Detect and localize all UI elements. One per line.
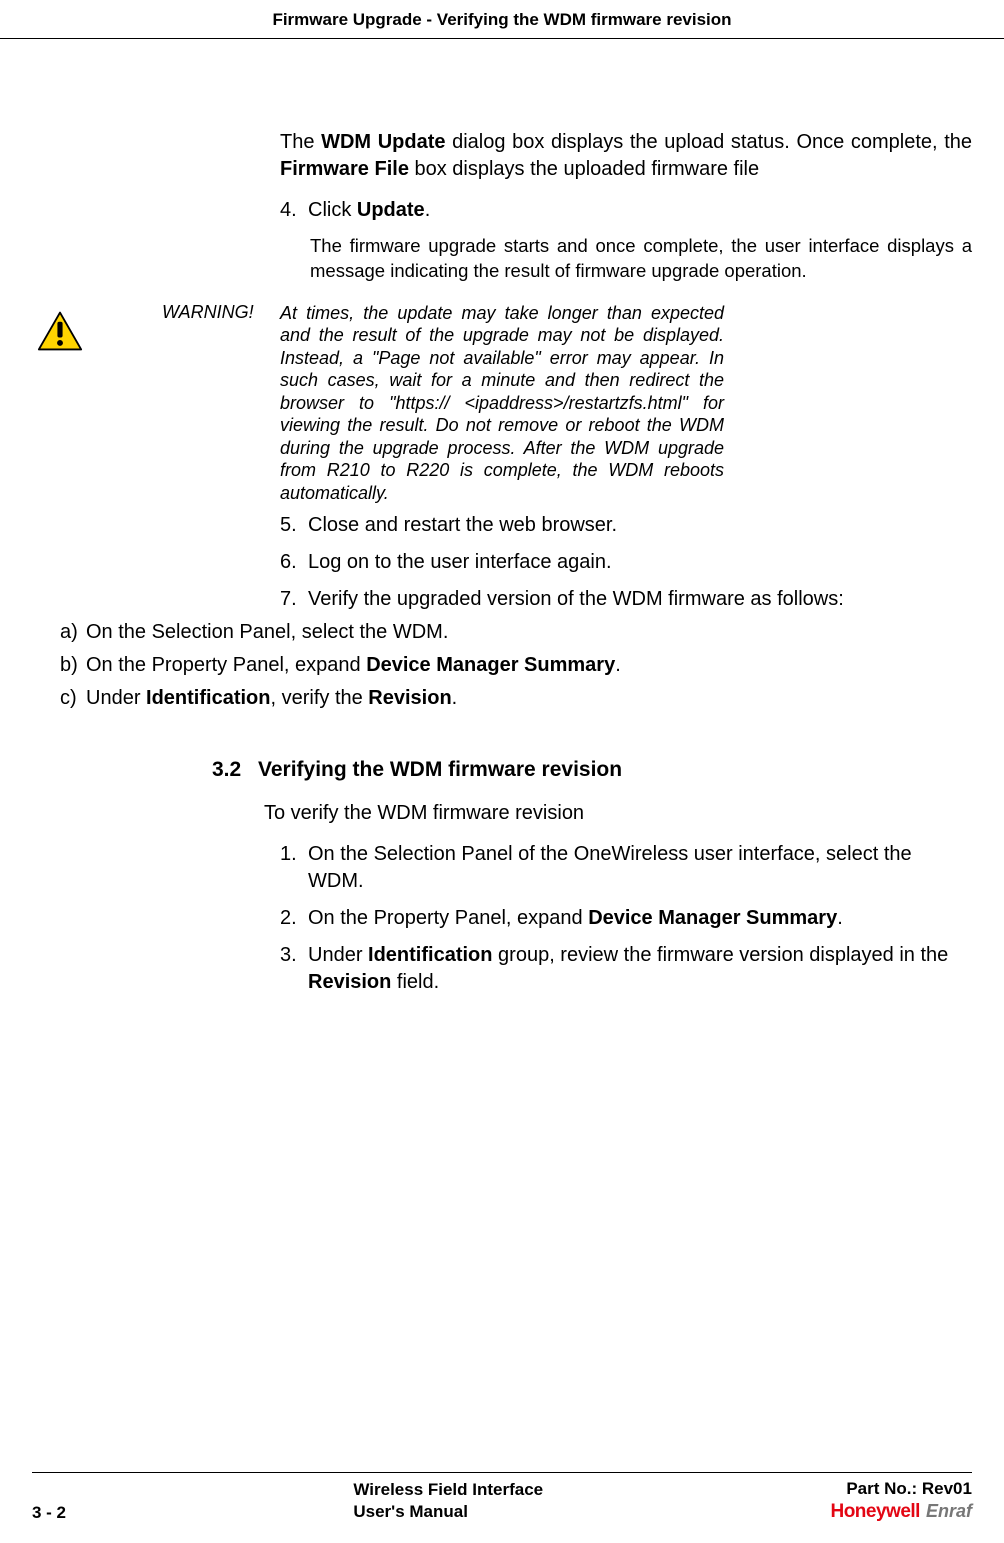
doc-title: Wireless Field Interface User's Manual xyxy=(353,1479,543,1523)
section-3-2-heading: 3.2 Verifying the WDM firmware revision xyxy=(212,758,972,782)
s2-step-2: 2. On the Property Panel, expand Device … xyxy=(280,905,972,932)
step-4-note: The firmware upgrade starts and once com… xyxy=(310,234,972,284)
warning-block: WARNING! At times, the update may take l… xyxy=(32,302,972,505)
step-number: 4. xyxy=(280,197,308,224)
step-number: 2. xyxy=(280,905,308,932)
s2-step-1: 1. On the Selection Panel of the OneWire… xyxy=(280,841,972,895)
step-7b: b) On the Property Panel, expand Device … xyxy=(60,652,972,679)
page-content: The WDM Update dialog box displays the u… xyxy=(0,39,1004,996)
step-text: Under Identification group, review the f… xyxy=(308,942,972,996)
page-footer: 3 - 2 Wireless Field Interface User's Ma… xyxy=(0,1472,1004,1523)
step-4: 4. Click Update. xyxy=(280,197,972,224)
step-text: Close and restart the web browser. xyxy=(308,512,972,539)
substep-number: c) xyxy=(60,685,86,712)
step-7c: c) Under Identification, verify the Revi… xyxy=(60,685,972,712)
section-subheading: To verify the WDM firmware revision xyxy=(264,802,972,825)
honeywell-logo: Honeywell xyxy=(830,1501,919,1523)
warning-label: WARNING! xyxy=(162,302,254,323)
step-number: 6. xyxy=(280,549,308,576)
substep-number: a) xyxy=(60,619,86,646)
warning-text: At times, the update may take longer tha… xyxy=(280,302,724,505)
page-header: Firmware Upgrade - Verifying the WDM fir… xyxy=(0,0,1004,30)
step-5: 5. Close and restart the web browser. xyxy=(280,512,972,539)
section-number: 3.2 xyxy=(212,758,258,782)
brand-logo: Honeywell Enraf xyxy=(830,1501,972,1523)
step-number: 1. xyxy=(280,841,308,895)
footer-row: 3 - 2 Wireless Field Interface User's Ma… xyxy=(32,1479,972,1523)
part-number: Part No.: Rev01 xyxy=(830,1479,972,1499)
intro-paragraph: The WDM Update dialog box displays the u… xyxy=(280,129,972,183)
section-title: Verifying the WDM firmware revision xyxy=(258,758,622,782)
substep-text: On the Selection Panel, select the WDM. xyxy=(86,619,448,646)
footer-right: Part No.: Rev01 Honeywell Enraf xyxy=(830,1479,972,1523)
step-text: On the Selection Panel of the OneWireles… xyxy=(308,841,972,895)
substep-text: Under Identification, verify the Revisio… xyxy=(86,685,457,712)
page-number: 3 - 2 xyxy=(32,1503,66,1523)
step-number: 3. xyxy=(280,942,308,996)
s2-step-3: 3. Under Identification group, review th… xyxy=(280,942,972,996)
step-text: Verify the upgraded version of the WDM f… xyxy=(308,586,972,613)
step-number: 7. xyxy=(280,586,308,613)
warning-icon xyxy=(37,310,83,352)
step-6: 6. Log on to the user interface again. xyxy=(280,549,972,576)
step-text: Click Update. xyxy=(308,197,972,224)
step-text: Log on to the user interface again. xyxy=(308,549,972,576)
step-number: 5. xyxy=(280,512,308,539)
substep-number: b) xyxy=(60,652,86,679)
substep-text: On the Property Panel, expand Device Man… xyxy=(86,652,621,679)
footer-divider xyxy=(32,1472,972,1473)
step-7: 7. Verify the upgraded version of the WD… xyxy=(280,586,972,613)
enraf-logo: Enraf xyxy=(926,1501,972,1522)
step-text: On the Property Panel, expand Device Man… xyxy=(308,905,972,932)
step-7a: a) On the Selection Panel, select the WD… xyxy=(60,619,972,646)
header-title: Firmware Upgrade - Verifying the WDM fir… xyxy=(272,10,731,29)
